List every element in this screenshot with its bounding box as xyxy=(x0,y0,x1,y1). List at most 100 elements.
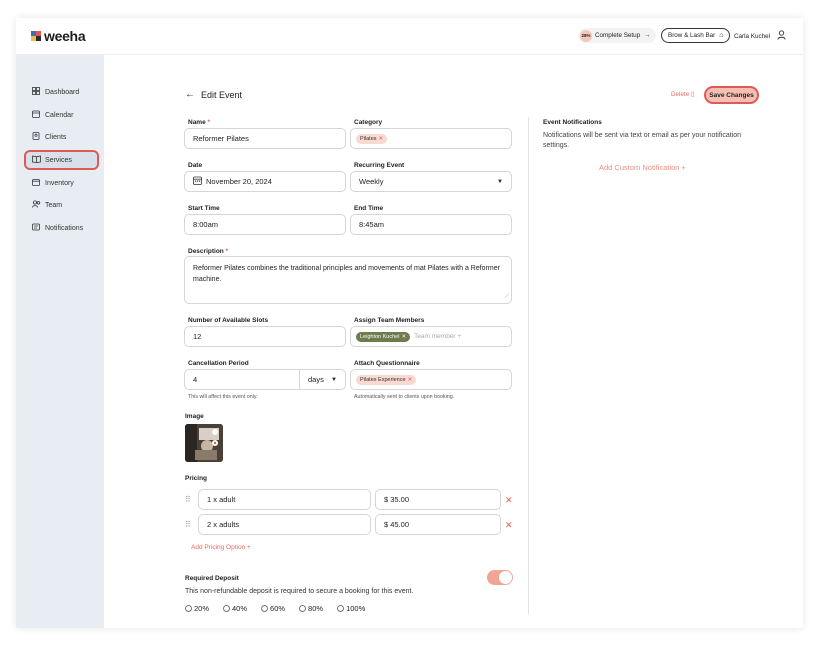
slots-input[interactable]: 12 xyxy=(184,326,346,347)
column-divider xyxy=(528,117,529,614)
radio-icon xyxy=(299,605,307,612)
name-input[interactable]: Reformer Pilates xyxy=(184,128,346,149)
deposit-option-80[interactable]: 80% xyxy=(299,604,323,613)
sidebar-item-clients[interactable]: Clients xyxy=(31,131,66,143)
deposit-option-60[interactable]: 60% xyxy=(261,604,285,613)
brand-name: weeha xyxy=(44,28,86,44)
pricing-option-value: 1 x adult xyxy=(207,495,236,504)
deposit-option-100[interactable]: 100% xyxy=(337,604,365,613)
user-name: Carla Kuchel xyxy=(734,32,771,40)
cancellation-unit-select[interactable]: days ▼ xyxy=(299,369,346,390)
remove-icon[interactable]: ✕ xyxy=(379,136,384,142)
team-placeholder: Team member + xyxy=(414,333,462,340)
pricing-option-value: 2 x adults xyxy=(207,520,240,529)
delete-button[interactable]: Delete ▯ xyxy=(671,91,694,98)
user-icon xyxy=(777,30,786,42)
sidebar-item-dashboard[interactable]: Dashboard xyxy=(31,86,79,98)
questionnaire-input[interactable]: Pilates Experience ✕ xyxy=(350,369,512,390)
date-input[interactable]: November 20, 2024 xyxy=(184,171,346,192)
deposit-option-20[interactable]: 20% xyxy=(185,604,209,613)
app-window: weeha 28% Complete Setup → Brow & Lash B… xyxy=(16,18,803,628)
cancellation-value: 4 xyxy=(193,375,198,384)
sidebar-item-calendar[interactable]: Calendar xyxy=(31,109,73,121)
logo-mark-icon xyxy=(31,31,41,41)
name-value: Reformer Pilates xyxy=(193,134,249,143)
recurring-label: Recurring Event xyxy=(354,162,405,169)
sidebar: Dashboard Calendar Clients Services Inve… xyxy=(16,55,104,628)
sidebar-item-label: Notifications xyxy=(45,224,84,232)
recurring-select[interactable]: Weekly ▼ xyxy=(350,171,512,192)
remove-icon[interactable]: ✕ xyxy=(408,377,413,383)
deposit-option-40[interactable]: 40% xyxy=(223,604,247,613)
pricing-price-input[interactable]: $ 45.00 xyxy=(375,514,501,535)
radio-label: 40% xyxy=(232,604,248,613)
category-chip[interactable]: Pilates ✕ xyxy=(356,133,388,144)
questionnaire-chip[interactable]: Pilates Experience ✕ xyxy=(356,374,417,385)
remove-pricing-icon[interactable]: ✕ xyxy=(505,520,513,531)
team-member-chip[interactable]: Leighton Kuchel ✕ xyxy=(356,331,411,342)
pricing-price-value: $ 45.00 xyxy=(384,520,410,529)
add-custom-notification-button[interactable]: Add Custom Notification + xyxy=(599,163,686,172)
back-arrow-icon[interactable]: ← xyxy=(185,89,195,100)
radio-label: 20% xyxy=(194,604,210,613)
business-switcher-button[interactable]: Brow & Lash Bar ⌂ xyxy=(661,28,731,43)
radio-label: 60% xyxy=(270,604,286,613)
deposit-description: This non-refundable deposit is required … xyxy=(185,588,414,595)
category-input[interactable]: Pilates ✕ xyxy=(350,128,512,149)
sidebar-item-inventory[interactable]: Inventory xyxy=(31,177,74,189)
deposit-toggle[interactable] xyxy=(487,570,513,585)
brand-logo[interactable]: weeha xyxy=(31,28,86,44)
chip-label: Pilates Experience xyxy=(360,376,406,383)
sidebar-item-label: Services xyxy=(45,156,72,164)
description-textarea[interactable]: Reformer Pilates combines the traditiona… xyxy=(184,256,512,304)
box-icon xyxy=(31,178,41,188)
radio-label: 80% xyxy=(308,604,324,613)
deposit-options: 20% 40% 60% 80% 100% xyxy=(185,604,379,613)
cancellation-input[interactable]: 4 xyxy=(184,369,300,390)
drag-handle-icon[interactable]: ⠿ xyxy=(185,520,191,529)
save-changes-button[interactable]: Save Changes xyxy=(704,86,759,104)
chip-label: Pilates xyxy=(360,135,377,142)
date-label: Date xyxy=(188,162,203,169)
toggle-knob xyxy=(499,571,512,584)
top-bar: weeha 28% Complete Setup → Brow & Lash B… xyxy=(16,18,803,55)
sidebar-item-notifications[interactable]: Notifications xyxy=(31,222,83,234)
event-image[interactable] xyxy=(185,424,223,462)
resize-handle-icon[interactable]: ⟋ xyxy=(505,292,509,303)
sidebar-item-services[interactable]: Services xyxy=(24,150,99,170)
notification-icon xyxy=(31,223,41,233)
drag-handle-icon[interactable]: ⠿ xyxy=(185,495,191,504)
calendar-icon xyxy=(31,110,41,120)
pricing-option-input[interactable]: 2 x adults xyxy=(198,514,371,535)
start-time-input[interactable]: 8:00am xyxy=(184,214,346,235)
home-icon: ⌂ xyxy=(719,32,724,39)
team-label: Assign Team Members xyxy=(354,317,425,324)
pricing-price-input[interactable]: $ 35.00 xyxy=(375,489,501,510)
business-name: Brow & Lash Bar xyxy=(668,32,716,39)
page-header: ← Edit Event xyxy=(185,89,242,100)
setup-progress-badge: 28% xyxy=(580,29,592,42)
dropdown-caret-icon: ▼ xyxy=(331,376,337,383)
cancellation-label: Cancellation Period xyxy=(188,360,249,367)
end-time-input[interactable]: 8:45am xyxy=(350,214,512,235)
radio-icon xyxy=(223,605,231,612)
dropdown-caret-icon: ▼ xyxy=(497,178,503,185)
delete-label: Delete xyxy=(671,91,690,98)
sidebar-item-label: Calendar xyxy=(45,111,74,119)
setup-label: Complete Setup xyxy=(595,32,641,39)
description-value: Reformer Pilates combines the traditiona… xyxy=(193,265,500,283)
sidebar-item-label: Dashboard xyxy=(45,88,80,96)
complete-setup-button[interactable]: 28% Complete Setup → xyxy=(578,28,657,43)
notifications-title: Event Notifications xyxy=(543,119,602,126)
trash-icon: ▯ xyxy=(690,91,695,98)
category-label: Category xyxy=(354,119,383,126)
page-title: Edit Event xyxy=(201,89,243,100)
user-menu[interactable]: Carla Kuchel xyxy=(734,30,786,42)
remove-icon[interactable]: ✕ xyxy=(401,334,406,340)
team-input[interactable]: Leighton Kuchel ✕ Team member + xyxy=(350,326,512,347)
pricing-option-input[interactable]: 1 x adult xyxy=(198,489,371,510)
add-pricing-option-button[interactable]: Add Pricing Option + xyxy=(191,544,251,551)
remove-pricing-icon[interactable]: ✕ xyxy=(505,495,513,506)
sidebar-item-team[interactable]: Team xyxy=(31,199,62,211)
calendar-icon xyxy=(193,176,202,187)
